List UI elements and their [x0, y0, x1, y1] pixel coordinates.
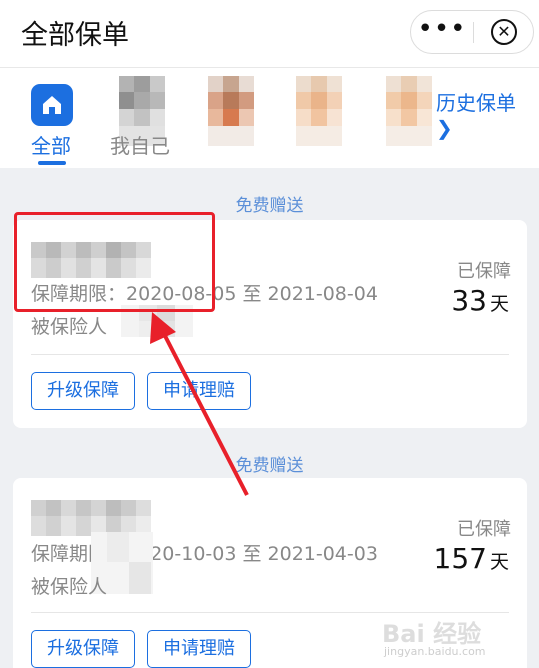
annotation-arrow [150, 312, 249, 496]
watermark-url: jingyan.baidu.com [384, 645, 486, 658]
baidu-watermark-logo: Bai 经验 jingyan.baidu.com [382, 608, 532, 664]
watermark-text: Bai 经验 [382, 620, 482, 648]
